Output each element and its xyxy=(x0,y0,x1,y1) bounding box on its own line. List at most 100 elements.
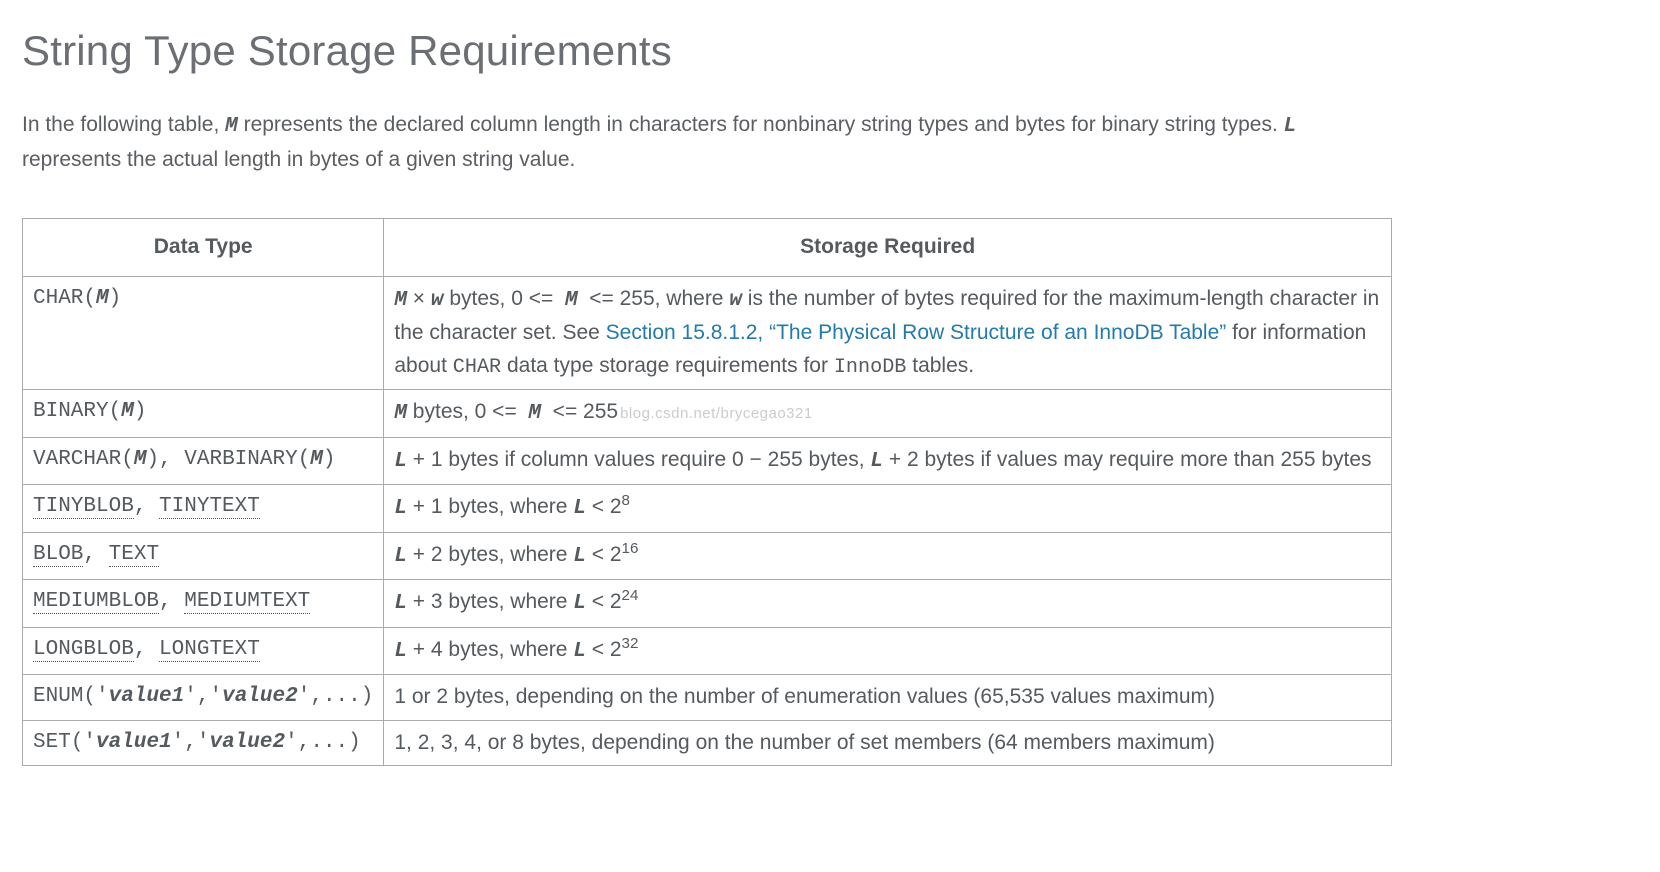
text: < 2 xyxy=(586,495,622,518)
text: <= 255, where xyxy=(583,287,729,310)
intro-text: represents the declared column length in… xyxy=(238,113,1284,136)
code-innodb: InnoDB xyxy=(834,356,907,379)
text: ' xyxy=(184,685,197,708)
var-M: M xyxy=(528,402,541,425)
text: ) xyxy=(361,685,374,708)
text: , xyxy=(134,638,159,661)
cell-storage: 1 or 2 bytes, depending on the number of… xyxy=(384,675,1392,721)
type-mediumblob: MEDIUMBLOB xyxy=(33,590,159,614)
text: ' xyxy=(285,731,298,754)
text: bytes, 0 <= xyxy=(407,400,523,423)
cell-storage: L + 2 bytes, where L < 216 xyxy=(384,532,1392,580)
text: , xyxy=(298,731,311,754)
text: ' xyxy=(209,685,222,708)
text: × xyxy=(407,287,431,310)
exponent: 24 xyxy=(622,587,639,604)
var-M: M xyxy=(121,400,134,423)
text: + 3 bytes, where xyxy=(407,590,573,613)
text: , xyxy=(159,448,184,471)
var-L: L xyxy=(394,450,407,473)
type-enum: ENUM xyxy=(33,685,83,708)
watermark-text: blog.csdn.net/brycegao321 xyxy=(620,405,813,422)
var-L: L xyxy=(870,450,883,473)
text: + 1 bytes, where xyxy=(407,495,573,518)
var-L: L xyxy=(573,545,586,568)
table-row: ENUM('value1','value2',...) 1 or 2 bytes… xyxy=(23,675,1392,721)
cell-storage: L + 1 bytes if column values require 0 −… xyxy=(384,437,1392,485)
cell-data-type: SET('value1','value2',...) xyxy=(23,720,384,766)
text: tables. xyxy=(906,354,974,377)
intro-text: In the following table, xyxy=(22,113,225,136)
storage-requirements-table: Data Type Storage Required CHAR(M) M × w… xyxy=(22,218,1392,766)
type-set: SET xyxy=(33,731,71,754)
text: ( xyxy=(83,685,96,708)
exponent: 16 xyxy=(622,540,639,557)
text: + 2 bytes if values may require more tha… xyxy=(883,448,1372,471)
text: , xyxy=(184,731,197,754)
type-longblob: LONGBLOB xyxy=(33,638,134,662)
cell-data-type: VARCHAR(M), VARBINARY(M) xyxy=(23,437,384,485)
text: ) xyxy=(109,287,122,310)
text: ) xyxy=(348,731,361,754)
text: ( xyxy=(109,400,122,423)
text: ' xyxy=(197,731,210,754)
text: + 2 bytes, where xyxy=(407,543,573,566)
table-row: SET('value1','value2',...) 1, 2, 3, 4, o… xyxy=(23,720,1392,766)
table-row: BLOB, TEXT L + 2 bytes, where L < 216 xyxy=(23,532,1392,580)
type-longtext: LONGTEXT xyxy=(159,638,260,662)
text: ) xyxy=(323,448,336,471)
cell-storage: L + 1 bytes, where L < 28 xyxy=(384,485,1392,533)
var-L: L xyxy=(394,545,407,568)
text: ' xyxy=(298,685,311,708)
exponent: 32 xyxy=(622,635,639,652)
table-row: TINYBLOB, TINYTEXT L + 1 bytes, where L … xyxy=(23,485,1392,533)
var-L: L xyxy=(394,497,407,520)
var-M: M xyxy=(565,289,578,312)
var-M: M xyxy=(394,289,407,312)
var-value2: value2 xyxy=(222,685,298,708)
table-row: BINARY(M) M bytes, 0 <= M <= 255blog.csd… xyxy=(23,390,1392,438)
text: data type storage requirements for xyxy=(501,354,834,377)
cell-data-type: BLOB, TEXT xyxy=(23,532,384,580)
cell-data-type: LONGBLOB, LONGTEXT xyxy=(23,627,384,675)
cell-data-type: MEDIUMBLOB, MEDIUMTEXT xyxy=(23,580,384,628)
cell-data-type: TINYBLOB, TINYTEXT xyxy=(23,485,384,533)
cell-data-type: ENUM('value1','value2',...) xyxy=(23,675,384,721)
cell-data-type: BINARY(M) xyxy=(23,390,384,438)
text: , xyxy=(83,543,108,566)
text: ' xyxy=(96,685,109,708)
var-M: M xyxy=(134,448,147,471)
type-tinytext: TINYTEXT xyxy=(159,495,260,519)
var-M: M xyxy=(96,287,109,310)
intro-text: represents the actual length in bytes of… xyxy=(22,148,575,171)
var-L: L xyxy=(573,497,586,520)
type-char: CHAR xyxy=(33,287,83,310)
cell-storage: M × w bytes, 0 <= M <= 255, where w is t… xyxy=(384,276,1392,389)
table-row: LONGBLOB, LONGTEXT L + 4 bytes, where L … xyxy=(23,627,1392,675)
code-char: CHAR xyxy=(453,356,501,379)
var-value2: value2 xyxy=(209,731,285,754)
text: ( xyxy=(83,287,96,310)
cell-storage: L + 4 bytes, where L < 232 xyxy=(384,627,1392,675)
var-L: L xyxy=(394,640,407,663)
section-link[interactable]: Section 15.8.1.2, “The Physical Row Stru… xyxy=(606,321,1227,344)
text: ... xyxy=(310,731,348,754)
type-blob: BLOB xyxy=(33,543,83,567)
table-header-row: Data Type Storage Required xyxy=(23,219,1392,277)
intro-paragraph: In the following table, M represents the… xyxy=(22,109,1382,176)
var-value1: value1 xyxy=(109,685,185,708)
text: < 2 xyxy=(586,543,622,566)
text: ) xyxy=(146,448,159,471)
text: ( xyxy=(121,448,134,471)
text: bytes, 0 <= xyxy=(444,287,560,310)
type-binary: BINARY xyxy=(33,400,109,423)
text: < 2 xyxy=(586,590,622,613)
text: ( xyxy=(298,448,311,471)
var-M: M xyxy=(225,115,238,138)
text: , xyxy=(197,685,210,708)
var-L: L xyxy=(394,592,407,615)
text: ) xyxy=(134,400,147,423)
text: + 1 bytes if column values require 0 − 2… xyxy=(407,448,870,471)
text: ( xyxy=(71,731,84,754)
var-L: L xyxy=(573,592,586,615)
